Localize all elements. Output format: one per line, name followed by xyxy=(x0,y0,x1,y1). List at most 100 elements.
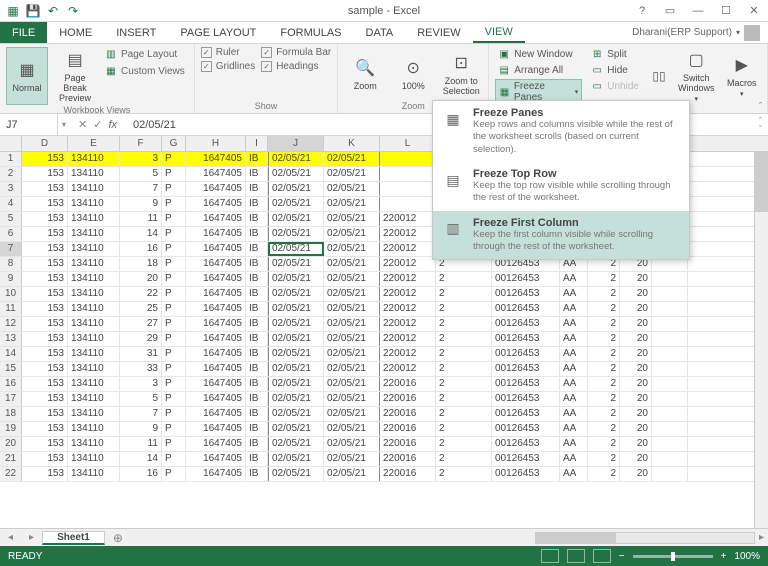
cell-K19[interactable]: 02/05/21 xyxy=(324,422,380,436)
cell-G11[interactable]: P xyxy=(162,302,186,316)
row-header-4[interactable]: 4 xyxy=(0,197,22,211)
cell-R10[interactable] xyxy=(652,287,688,301)
cell-N22[interactable]: 00126453 xyxy=(492,467,560,481)
cell-R21[interactable] xyxy=(652,452,688,466)
cell-R14[interactable] xyxy=(652,347,688,361)
vertical-scrollbar[interactable] xyxy=(754,152,768,528)
ruler-checkbox[interactable]: ✓Ruler xyxy=(201,47,255,58)
cell-M10[interactable]: 2 xyxy=(436,287,492,301)
col-header-H[interactable]: H xyxy=(186,136,246,151)
cell-M12[interactable]: 2 xyxy=(436,317,492,331)
cell-D4[interactable]: 153 xyxy=(22,197,68,211)
cell-G9[interactable]: P xyxy=(162,272,186,286)
cell-J18[interactable]: 02/05/21 xyxy=(268,407,324,421)
cell-Q13[interactable]: 20 xyxy=(620,332,652,346)
user-name[interactable]: Dharani(ERP Support) xyxy=(632,27,732,38)
cell-N10[interactable]: 00126453 xyxy=(492,287,560,301)
cell-L18[interactable]: 220016 xyxy=(380,407,436,421)
col-header-K[interactable]: K xyxy=(324,136,380,151)
switch-windows-button[interactable]: ▢Switch Windows▾ xyxy=(676,47,717,105)
row-header-10[interactable]: 10 xyxy=(0,287,22,301)
col-header-G[interactable]: G xyxy=(162,136,186,151)
custom-views-button[interactable]: ▦Custom Views xyxy=(102,64,188,78)
cell-G3[interactable]: P xyxy=(162,182,186,196)
gridlines-checkbox[interactable]: ✓Gridlines xyxy=(201,61,255,72)
cell-G4[interactable]: P xyxy=(162,197,186,211)
cell-L13[interactable]: 220012 xyxy=(380,332,436,346)
cell-D16[interactable]: 153 xyxy=(22,377,68,391)
cell-E2[interactable]: 134110 xyxy=(68,167,120,181)
cell-F6[interactable]: 14 xyxy=(120,227,162,241)
cell-L15[interactable]: 220012 xyxy=(380,362,436,376)
cell-F16[interactable]: 3 xyxy=(120,377,162,391)
cell-E14[interactable]: 134110 xyxy=(68,347,120,361)
cell-R13[interactable] xyxy=(652,332,688,346)
cell-R9[interactable] xyxy=(652,272,688,286)
row-header-8[interactable]: 8 xyxy=(0,257,22,271)
cell-E12[interactable]: 134110 xyxy=(68,317,120,331)
redo-icon[interactable]: ↷ xyxy=(66,4,80,18)
cell-F20[interactable]: 11 xyxy=(120,437,162,451)
cell-H2[interactable]: 1647405 xyxy=(186,167,246,181)
cell-L16[interactable]: 220016 xyxy=(380,377,436,391)
tab-insert[interactable]: INSERT xyxy=(104,22,168,43)
cell-Q10[interactable]: 20 xyxy=(620,287,652,301)
normal-view-icon[interactable] xyxy=(541,549,559,563)
cell-H16[interactable]: 1647405 xyxy=(186,377,246,391)
cell-J7[interactable]: 02/05/21 xyxy=(268,242,324,256)
cell-D18[interactable]: 153 xyxy=(22,407,68,421)
cell-O21[interactable]: AA xyxy=(560,452,588,466)
cell-D9[interactable]: 153 xyxy=(22,272,68,286)
cell-M18[interactable]: 2 xyxy=(436,407,492,421)
row-header-7[interactable]: 7 xyxy=(0,242,22,256)
cell-Q19[interactable]: 20 xyxy=(620,422,652,436)
cell-K17[interactable]: 02/05/21 xyxy=(324,392,380,406)
arrange-all-button[interactable]: ▤Arrange All xyxy=(495,63,582,77)
cell-H18[interactable]: 1647405 xyxy=(186,407,246,421)
cell-H5[interactable]: 1647405 xyxy=(186,212,246,226)
cell-F22[interactable]: 16 xyxy=(120,467,162,481)
cell-H12[interactable]: 1647405 xyxy=(186,317,246,331)
cell-D8[interactable]: 153 xyxy=(22,257,68,271)
cell-K11[interactable]: 02/05/21 xyxy=(324,302,380,316)
minimize-icon[interactable]: — xyxy=(690,3,706,19)
cell-F17[interactable]: 5 xyxy=(120,392,162,406)
headings-checkbox[interactable]: ✓Headings xyxy=(261,61,331,72)
cell-Q14[interactable]: 20 xyxy=(620,347,652,361)
cell-J5[interactable]: 02/05/21 xyxy=(268,212,324,226)
cell-G7[interactable]: P xyxy=(162,242,186,256)
cell-N16[interactable]: 00126453 xyxy=(492,377,560,391)
cell-G15[interactable]: P xyxy=(162,362,186,376)
cell-E16[interactable]: 134110 xyxy=(68,377,120,391)
cell-D20[interactable]: 153 xyxy=(22,437,68,451)
cell-F21[interactable]: 14 xyxy=(120,452,162,466)
cell-J10[interactable]: 02/05/21 xyxy=(268,287,324,301)
col-header-L[interactable]: L xyxy=(380,136,436,151)
row-header-2[interactable]: 2 xyxy=(0,167,22,181)
add-sheet-icon[interactable]: ⊕ xyxy=(105,531,131,545)
cell-H1[interactable]: 1647405 xyxy=(186,152,246,166)
cell-E3[interactable]: 134110 xyxy=(68,182,120,196)
cell-H11[interactable]: 1647405 xyxy=(186,302,246,316)
cell-O20[interactable]: AA xyxy=(560,437,588,451)
zoom-in-icon[interactable]: + xyxy=(721,551,727,562)
select-all-corner[interactable] xyxy=(0,136,22,151)
cell-G12[interactable]: P xyxy=(162,317,186,331)
cell-M11[interactable]: 2 xyxy=(436,302,492,316)
cell-E1[interactable]: 134110 xyxy=(68,152,120,166)
cell-O11[interactable]: AA xyxy=(560,302,588,316)
cell-F15[interactable]: 33 xyxy=(120,362,162,376)
col-header-D[interactable]: D xyxy=(22,136,68,151)
cell-Q17[interactable]: 20 xyxy=(620,392,652,406)
cell-J15[interactable]: 02/05/21 xyxy=(268,362,324,376)
cell-J19[interactable]: 02/05/21 xyxy=(268,422,324,436)
cell-G8[interactable]: P xyxy=(162,257,186,271)
cell-P11[interactable]: 2 xyxy=(588,302,620,316)
cell-J16[interactable]: 02/05/21 xyxy=(268,377,324,391)
cell-K9[interactable]: 02/05/21 xyxy=(324,272,380,286)
cell-L17[interactable]: 220016 xyxy=(380,392,436,406)
cell-I20[interactable]: IB xyxy=(246,437,268,451)
cell-F7[interactable]: 16 xyxy=(120,242,162,256)
cell-I8[interactable]: IB xyxy=(246,257,268,271)
cell-R12[interactable] xyxy=(652,317,688,331)
